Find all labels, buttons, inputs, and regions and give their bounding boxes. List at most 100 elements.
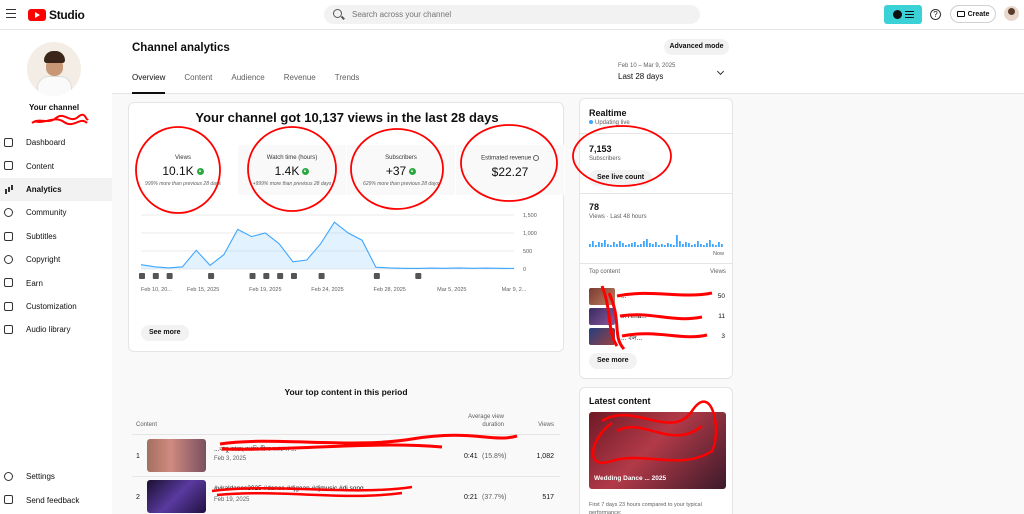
creator-toggle-button[interactable] xyxy=(884,5,922,24)
chevron-down-icon[interactable] xyxy=(716,67,725,76)
realtime-bar xyxy=(652,244,654,247)
realtime-card: Realtime Updating live 7,153 Subscribers… xyxy=(579,98,733,379)
realtime-bar xyxy=(628,244,630,247)
realtime-see-more-button[interactable]: See more xyxy=(589,353,637,369)
metric-value: $22.27 xyxy=(491,164,529,179)
sidebar-item-earn[interactable]: Earn xyxy=(0,271,112,294)
arrow-up-icon xyxy=(196,167,204,175)
sidebar-item-settings[interactable]: Settings xyxy=(0,465,112,488)
realtime-views-label: Views · Last 48 hours xyxy=(589,214,647,220)
sidebar-item-analytics[interactable]: Analytics xyxy=(0,177,112,202)
sidebar-item-label: Customization xyxy=(26,301,77,311)
metric-note: 999% more than previous 28 days xyxy=(145,181,221,187)
realtime-bar xyxy=(670,244,672,247)
realtime-bar xyxy=(610,245,612,247)
list-icon xyxy=(904,9,914,20)
sidebar-item-customization[interactable]: Customization xyxy=(0,295,112,318)
realtime-subscribers-value: 7,153 xyxy=(589,144,612,154)
y-tick-label: 500 xyxy=(523,249,532,255)
item-title: ... বল... xyxy=(621,335,643,342)
realtime-bar xyxy=(694,244,696,247)
tab-revenue[interactable]: Revenue xyxy=(284,73,316,94)
realtime-bar xyxy=(595,245,597,247)
realtime-bar xyxy=(592,241,594,247)
info-icon[interactable] xyxy=(532,155,539,161)
divider xyxy=(580,193,732,194)
menu-icon[interactable] xyxy=(6,9,16,19)
metric-value: 1.4K xyxy=(274,164,300,178)
advanced-mode-button[interactable]: Advanced mode xyxy=(664,39,729,55)
realtime-bar xyxy=(598,242,600,247)
see-more-button[interactable]: See more xyxy=(141,325,189,341)
studio-logo[interactable]: Studio xyxy=(28,8,85,22)
updating-live: Updating live xyxy=(589,120,630,126)
realtime-bar xyxy=(649,243,651,247)
realtime-bar xyxy=(613,242,615,247)
sidebar-item-label: Community xyxy=(26,208,67,218)
latest-content-title: Latest content xyxy=(589,396,651,406)
date-range-picker[interactable]: Feb 10 – Mar 9, 2025 Last 28 days xyxy=(618,63,675,81)
list-item[interactable]: ... বল... 3 xyxy=(589,328,727,346)
content-marker xyxy=(152,273,159,279)
realtime-bar xyxy=(664,245,666,247)
col-average-view-duration: Average view duration xyxy=(468,414,504,428)
realtime-title: Realtime xyxy=(589,108,627,118)
see-live-count-button[interactable]: See live count xyxy=(589,170,653,186)
create-button[interactable]: Create xyxy=(950,5,996,23)
metric-label: Watch time (hours) xyxy=(266,155,318,161)
table-row[interactable]: 2 #viraldance2025 #dance #djgaan #djmusi… xyxy=(132,477,560,514)
tab-overview[interactable]: Overview xyxy=(132,73,166,94)
metric-value: +37 xyxy=(385,164,407,178)
metric-watch-time[interactable]: Watch time (hours) 1.4K +999% more than … xyxy=(238,145,347,195)
search-bar[interactable] xyxy=(324,5,700,24)
channel-avatar[interactable] xyxy=(27,42,81,96)
sidebar-item-content[interactable]: Content xyxy=(0,154,112,177)
realtime-bar xyxy=(721,244,723,247)
your-channel-label: Your channel xyxy=(28,103,80,112)
table-row[interactable]: 1 ...বাবু কাছে আমি নীল আলো ... Feb 3, 20… xyxy=(132,436,560,477)
realtime-bar xyxy=(676,235,678,247)
content-marker xyxy=(415,273,422,279)
sidebar-item-send-feedback[interactable]: Send feedback xyxy=(0,488,112,511)
realtime-bar xyxy=(688,243,690,247)
tab-content[interactable]: Content xyxy=(184,73,212,94)
realtime-bar xyxy=(619,241,621,247)
realtime-bar xyxy=(667,243,669,247)
realtime-bar xyxy=(718,242,720,247)
sidebar-item-copyright[interactable]: Copyright xyxy=(0,248,112,271)
video-title[interactable]: ...বাবু কাছে আমি নীল আলো ... xyxy=(214,444,434,455)
search-input[interactable] xyxy=(352,8,682,21)
latest-content-card: Latest content Wedding Dance ... 2025 Fi… xyxy=(579,387,733,514)
help-icon[interactable]: ? xyxy=(930,9,941,20)
redaction-scribble xyxy=(31,113,89,126)
video-thumbnail[interactable] xyxy=(147,439,206,472)
list-item[interactable]: ... 50 xyxy=(589,288,727,306)
video-thumbnail xyxy=(589,288,615,305)
sidebar-item-community[interactable]: Community xyxy=(0,201,112,224)
sidebar-item-dashboard[interactable]: Dashboard xyxy=(0,131,112,154)
subtitles-icon xyxy=(4,231,13,241)
metric-revenue[interactable]: Estimated revenue $22.27 xyxy=(456,145,565,195)
sidebar-item-subtitles[interactable]: Subtitles xyxy=(0,225,112,248)
col-views: Views xyxy=(538,422,554,428)
realtime-bar xyxy=(697,241,699,247)
x-tick-label: Mar 9, 2... xyxy=(502,287,527,293)
metric-subscribers[interactable]: Subscribers +37 629% more than previous … xyxy=(347,145,456,195)
account-avatar[interactable] xyxy=(1004,6,1019,21)
list-item[interactable]: ... Ama... 11 xyxy=(589,308,727,326)
overview-headline: Your channel got 10,137 views in the las… xyxy=(195,110,499,125)
metric-label: Subscribers xyxy=(385,155,417,161)
sidebar-item-label: Content xyxy=(26,161,55,171)
sidebar-item-label: Send feedback xyxy=(26,495,80,505)
avg-percent: (37.7%) xyxy=(482,494,507,501)
realtime-bar xyxy=(712,244,714,247)
sidebar-item-audio-library[interactable]: Audio library xyxy=(0,318,112,341)
realtime-bar xyxy=(643,241,645,247)
metric-views[interactable]: Views 10.1K 999% more than previous 28 d… xyxy=(129,145,238,195)
video-title[interactable]: #viraldance2025 #dance #djgaan #djmusic … xyxy=(214,485,434,492)
tab-audience[interactable]: Audience xyxy=(231,73,264,94)
divider xyxy=(580,263,732,264)
tab-trends[interactable]: Trends xyxy=(335,73,360,94)
item-views: 11 xyxy=(718,313,725,320)
video-thumbnail[interactable] xyxy=(147,480,206,513)
